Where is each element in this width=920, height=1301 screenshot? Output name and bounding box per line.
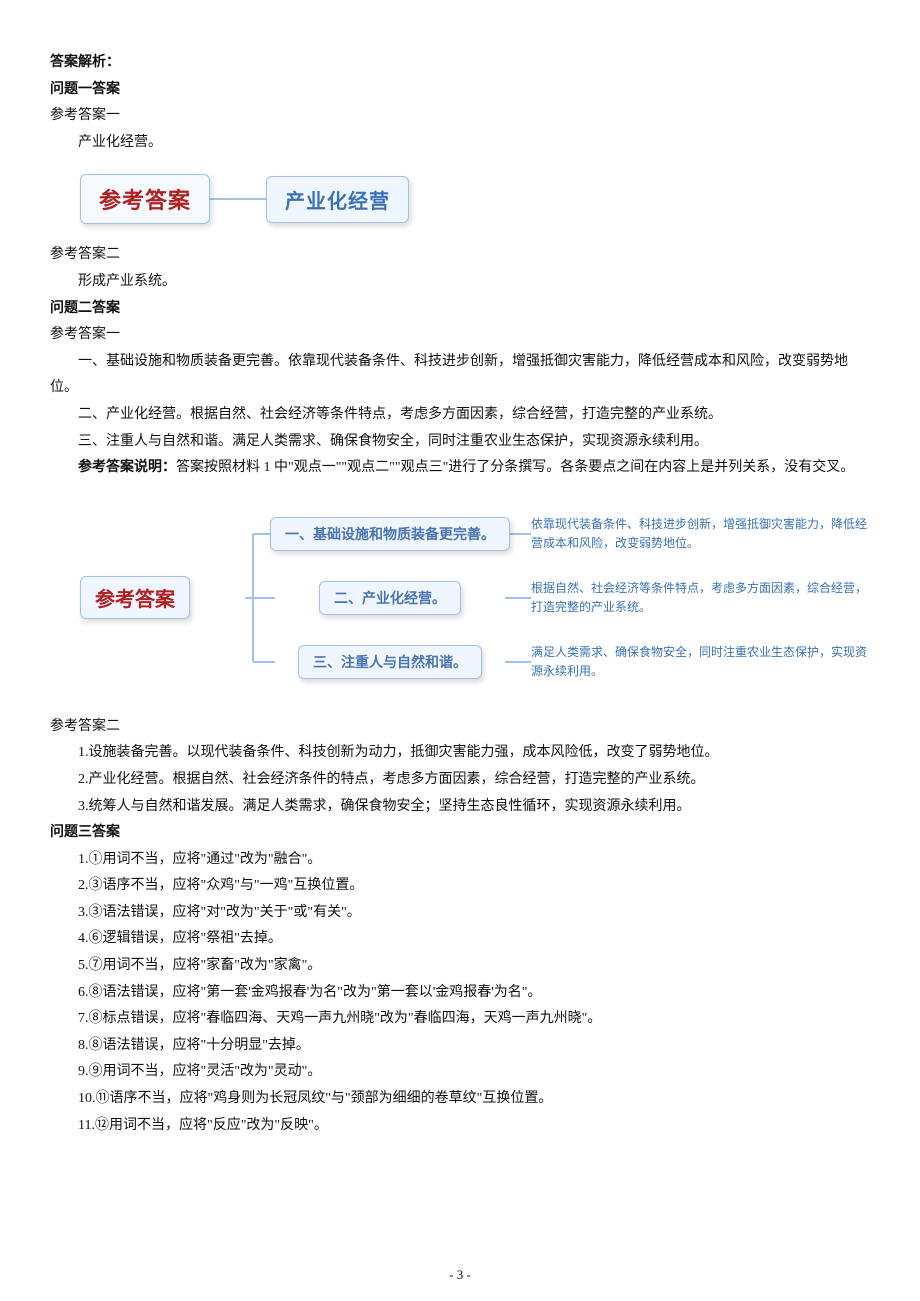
graphic2-conn-2: [505, 597, 531, 599]
q2-ref1-label: 参考答案一: [50, 322, 870, 349]
q3-item-7: 7.⑧标点错误，应将"春临四海、天鸡一声九州晓"改为"春临四海，天鸡一声九州晓"…: [50, 1006, 870, 1033]
q3-title: 问题三答案: [50, 820, 870, 847]
q3-item-4: 4.⑥逻辑错误，应将"祭祖"去掉。: [50, 926, 870, 953]
q1-ref1-body: 产业化经营。: [50, 130, 870, 157]
q1-ref2-label: 参考答案二: [50, 242, 870, 269]
graphic1-right-bubble: 产业化经营: [266, 176, 409, 223]
q3-item-9: 9.⑨用词不当，应将"灵活"改为"灵动"。: [50, 1059, 870, 1086]
q1-ref2-body: 形成产业系统。: [50, 269, 870, 296]
q3-item-1: 1.①用词不当，应将"通过"改为"融合"。: [50, 847, 870, 874]
q2-note: 参考答案说明：答案按照材料 1 中"观点一""观点二""观点三"进行了分条撰写。…: [50, 455, 870, 482]
page-number: - 3 -: [0, 1267, 920, 1283]
q2-ref2-label: 参考答案二: [50, 714, 870, 741]
answer-analysis-title: 答案解析：: [50, 50, 870, 77]
q3-item-3: 3.③语法错误，应将"对"改为"关于"或"有关"。: [50, 900, 870, 927]
q2-note-label: 参考答案说明：: [78, 460, 176, 475]
q3-item-11: 11.⑫用词不当，应将"反应"改为"反映"。: [50, 1113, 870, 1140]
graphic2-item1-title: 一、基础设施和物质装备更完善。: [270, 517, 510, 551]
q2-p2: 二、产业化经营。根据自然、社会经济等条件特点，考虑多方面因素，综合经营，打造完整…: [50, 402, 870, 429]
q2-r2-1: 1.设施装备完善。以现代装备条件、科技创新为动力，抵御灾害能力强，成本风险低，改…: [50, 740, 870, 767]
q3-item-8: 8.⑧语法错误，应将"十分明显"去掉。: [50, 1033, 870, 1060]
graphic-2: 参考答案 一、基础设施和物质装备更完善。 依靠现代装备条件、科技进步创新，增强抵…: [80, 492, 870, 704]
graphic2-row-3: 三、注重人与自然和谐。 满足人类需求、确保食物安全，同时注重农业生态保护，实现资…: [275, 630, 870, 694]
graphic2-conn-3: [505, 661, 531, 663]
q2-note-body: 答案按照材料 1 中"观点一""观点二""观点三"进行了分条撰写。各条要点之间在…: [176, 460, 854, 475]
q3-item-10: 10.⑪语序不当，应将"鸡身则为长冠凤纹"与"颈部为细细的卷草纹"互换位置。: [50, 1086, 870, 1113]
graphic2-item3-title: 三、注重人与自然和谐。: [298, 645, 482, 679]
q1-ref1-label: 参考答案一: [50, 103, 870, 130]
graphic2-row-1: 一、基础设施和物质装备更完善。 依靠现代装备条件、科技进步创新，增强抵御灾害能力…: [275, 502, 870, 566]
q2-title: 问题二答案: [50, 296, 870, 323]
graphic2-item1-desc: 依靠现代装备条件、科技进步创新，增强抵御灾害能力，降低经营成本和风险，改变弱势地…: [531, 515, 870, 553]
q2-r2-3: 3.统筹人与自然和谐发展。满足人类需求，确保食物安全；坚持生态良性循环，实现资源…: [50, 794, 870, 821]
graphic2-row-2: 二、产业化经营。 根据自然、社会经济等条件特点，考虑多方面因素，综合经营，打造完…: [275, 566, 870, 630]
graphic-1: 参考答案 产业化经营: [80, 174, 870, 224]
q3-item-2: 2.③语序不当，应将"众鸡"与"一鸡"互换位置。: [50, 873, 870, 900]
graphic2-item2-desc: 根据自然、社会经济等条件特点，考虑多方面因素，综合经营，打造完整的产业系统。: [531, 579, 870, 617]
q1-title: 问题一答案: [50, 77, 870, 104]
graphic1-left-bubble: 参考答案: [80, 174, 210, 224]
q3-item-5: 5.⑦用词不当，应将"家畜"改为"家禽"。: [50, 953, 870, 980]
q2-r2-2: 2.产业化经营。根据自然、社会经济条件的特点，考虑多方面因素，综合经营，打造完整…: [50, 767, 870, 794]
graphic1-connector: [208, 198, 268, 200]
q2-p1: 一、基础设施和物质装备更完善。依靠现代装备条件、科技进步创新，增强抵御灾害能力，…: [50, 349, 870, 402]
graphic2-item2-title: 二、产业化经营。: [319, 581, 461, 615]
q2-p3: 三、注重人与自然和谐。满足人类需求、确保食物安全，同时注重农业生态保护，实现资源…: [50, 429, 870, 456]
graphic2-item3-desc: 满足人类需求、确保食物安全，同时注重农业生态保护，实现资源永续利用。: [531, 643, 870, 681]
page: { "header": { "title": "答案解析：", "q1_titl…: [0, 0, 920, 1301]
graphic2-root-bubble: 参考答案: [80, 576, 190, 619]
q3-item-6: 6.⑧语法错误，应将"第一套'金鸡报春'为名"改为"第一套以'金鸡报春'为名"。: [50, 980, 870, 1007]
